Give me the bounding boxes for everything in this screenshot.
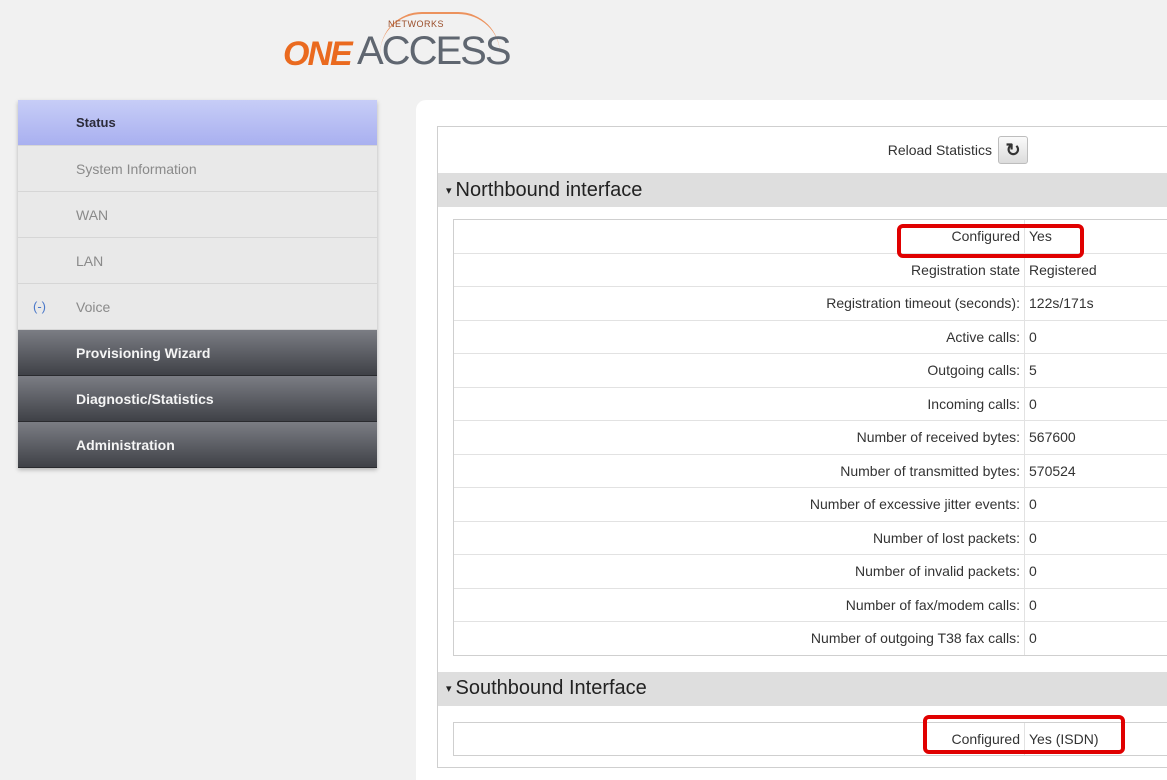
row-label: Number of lost packets: — [872, 529, 1020, 546]
table-row: Incoming calls: 0 — [454, 387, 1167, 421]
table-row: Number of excessive jitter events: 0 — [454, 488, 1167, 522]
sidebar-item-provisioning-wizard[interactable]: Provisioning Wizard — [18, 330, 377, 376]
row-value: 0 — [1024, 387, 1037, 420]
sidebar-item-wan[interactable]: WAN — [18, 192, 377, 238]
sidebar-item-diagnostic-statistics[interactable]: Diagnostic/Statistics — [18, 376, 377, 422]
collapse-toggle-icon[interactable]: (-) — [33, 299, 46, 314]
sidebar-item-label: LAN — [76, 252, 104, 269]
caret-down-icon: ▾ — [446, 184, 452, 197]
row-label: Number of transmitted bytes: — [840, 462, 1020, 479]
reload-statistics-button[interactable]: ↻ — [998, 136, 1028, 164]
sidebar-item-lan[interactable]: LAN — [18, 238, 377, 284]
sidebar-item-label: Status — [76, 115, 116, 130]
logo-access-text: ACCESS — [357, 29, 511, 73]
table-row: Active calls: 0 — [454, 320, 1167, 354]
row-label: Number of outgoing T38 fax calls: — [810, 630, 1020, 647]
table-row: Registration timeout (seconds): 122s/171s — [454, 287, 1167, 321]
caret-down-icon: ▾ — [446, 683, 452, 695]
row-label: Outgoing calls: — [927, 362, 1020, 379]
sidebar-item-label: Provisioning Wizard — [76, 344, 211, 361]
row-value: 0 — [1024, 588, 1037, 621]
sidebar-nav: Status System Information WAN LAN (-) Vo… — [18, 100, 377, 468]
table-row: Number of received bytes: 567600 — [454, 421, 1167, 455]
row-value: 5 — [1024, 354, 1037, 387]
northbound-table: Configured Yes Registration state Registere… — [453, 219, 1167, 656]
statistics-container: Reload Statistics ↻ ▾ Northbound interfa… — [437, 126, 1167, 768]
row-label: Number of invalid packets: — [855, 563, 1020, 580]
reload-toolbar: Reload Statistics ↻ — [438, 127, 1167, 173]
reload-statistics-label: Reload Statistics — [887, 142, 992, 158]
table-row: Number of invalid packets: 0 — [454, 555, 1167, 589]
row-value: 122s/171s — [1024, 287, 1094, 320]
sidebar-item-label: Voice — [76, 298, 111, 315]
row-label: Registration state — [911, 261, 1020, 278]
row-label: Number of excessive jitter events: — [809, 496, 1020, 513]
northbound-section-header[interactable]: ▾ Northbound interface — [438, 173, 1167, 207]
table-row: Outgoing calls: 5 — [454, 354, 1167, 388]
section-title: Southbound Interface — [455, 677, 647, 699]
row-label: Active calls: — [946, 328, 1020, 345]
logo-networks-text: NETWORKS — [388, 19, 445, 29]
sidebar-item-administration[interactable]: Administration — [18, 422, 377, 468]
table-row: Number of fax/modem calls: 0 — [454, 588, 1167, 622]
sidebar-item-voice[interactable]: (-) Voice — [18, 284, 377, 330]
row-value: 0 — [1024, 555, 1037, 588]
sidebar-item-system-information[interactable]: System Information — [18, 146, 377, 192]
sidebar-item-label: System Information — [76, 160, 197, 177]
table-row: Number of transmitted bytes: 570524 — [454, 454, 1167, 488]
table-row: Number of outgoing T38 fax calls: 0 — [454, 622, 1167, 655]
table-row: Registration state Registered — [454, 253, 1167, 287]
row-value: 0 — [1024, 488, 1037, 521]
row-label: Incoming calls: — [927, 395, 1020, 412]
row-label: Number of received bytes: — [856, 429, 1020, 446]
row-label: Registration timeout (seconds): — [826, 295, 1020, 312]
row-value: Registered — [1024, 253, 1097, 286]
section-title: Northbound interface — [455, 178, 643, 201]
row-value: 0 — [1024, 320, 1037, 353]
sidebar-item-status[interactable]: Status — [18, 100, 377, 146]
southbound-section-header[interactable]: ▾ Southbound Interface — [438, 671, 1167, 706]
row-value: 567600 — [1024, 421, 1076, 454]
sidebar-item-label: Diagnostic/Statistics — [76, 390, 214, 407]
row-value: 570524 — [1024, 454, 1076, 487]
sidebar-item-label: WAN — [76, 206, 109, 223]
row-value: 0 — [1024, 521, 1037, 554]
sidebar-item-label: Administration — [76, 436, 175, 453]
highlight-configured-northbound — [897, 224, 1084, 258]
row-value: 0 — [1024, 622, 1037, 655]
logo-one-text: ONE — [283, 35, 353, 73]
refresh-icon: ↻ — [1005, 139, 1021, 160]
table-row: Number of lost packets: 0 — [454, 521, 1167, 555]
row-label: Number of fax/modem calls: — [845, 596, 1020, 613]
highlight-configured-southbound — [923, 715, 1125, 754]
